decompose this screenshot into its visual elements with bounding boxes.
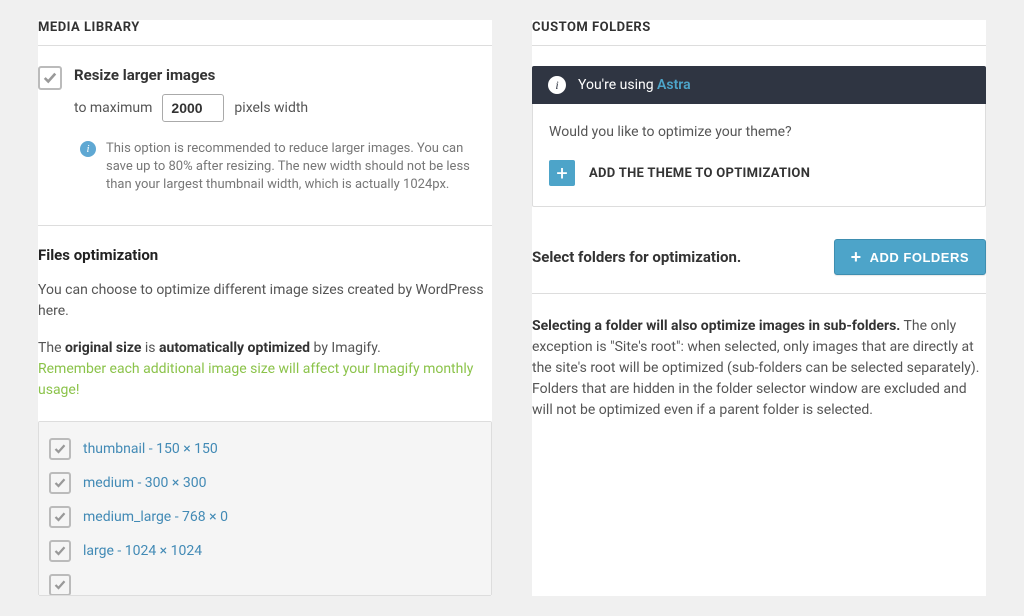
add-theme-label: ADD THE THEME TO OPTIMIZATION	[589, 166, 810, 181]
info-icon: i	[80, 141, 96, 157]
theme-banner-text: You're using Astra	[578, 77, 691, 93]
add-theme-button[interactable]: + ADD THE THEME TO OPTIMIZATION	[549, 160, 969, 186]
list-item: thumbnail - 150 × 150	[47, 432, 483, 466]
original-size-note: The original size is automatically optim…	[38, 338, 492, 401]
usage-warning: Remember each additional image size will…	[38, 361, 473, 398]
resize-checkbox[interactable]	[38, 66, 62, 90]
resize-prefix: to maximum	[74, 100, 152, 116]
custom-folders-title: CUSTOM FOLDERS	[532, 20, 986, 46]
info-icon: i	[548, 76, 566, 94]
plus-icon: +	[851, 248, 862, 266]
theme-banner: i You're using Astra	[532, 66, 986, 104]
check-icon	[54, 579, 66, 591]
theme-box: Would you like to optimize your theme? +…	[532, 104, 986, 207]
resize-block: Resize larger images to maximum pixels w…	[74, 66, 308, 122]
resize-info-text: This option is recommended to reduce lar…	[106, 140, 492, 195]
add-folders-label: ADD FOLDERS	[870, 250, 969, 265]
add-folders-button[interactable]: + ADD FOLDERS	[834, 239, 986, 275]
list-item: medium - 300 × 300	[47, 466, 483, 500]
size-checkbox-medium-large[interactable]	[49, 506, 71, 528]
custom-folders-panel: CUSTOM FOLDERS i You're using Astra Woul…	[532, 20, 986, 596]
list-item	[47, 568, 483, 596]
resize-width-input[interactable]	[162, 94, 224, 122]
size-checkbox-more[interactable]	[49, 574, 71, 596]
size-label: medium - 300 × 300	[83, 475, 206, 491]
list-item: large - 1024 × 1024	[47, 534, 483, 568]
size-checkbox-medium[interactable]	[49, 472, 71, 494]
image-sizes-list[interactable]: thumbnail - 150 × 150 medium - 300 × 300…	[38, 421, 492, 596]
select-folders-title: Select folders for optimization.	[532, 248, 741, 266]
size-label: thumbnail - 150 × 150	[83, 441, 218, 457]
check-icon	[54, 443, 66, 455]
resize-label: Resize larger images	[74, 66, 308, 84]
folders-description: Selecting a folder will also optimize im…	[532, 316, 986, 421]
media-library-panel: MEDIA LIBRARY Resize larger images to ma…	[38, 20, 492, 596]
size-checkbox-large[interactable]	[49, 540, 71, 562]
check-icon	[54, 545, 66, 557]
size-checkbox-thumbnail[interactable]	[49, 438, 71, 460]
check-icon	[43, 71, 57, 85]
check-icon	[54, 477, 66, 489]
theme-question: Would you like to optimize your theme?	[549, 124, 969, 140]
media-library-title: MEDIA LIBRARY	[38, 20, 492, 46]
check-icon	[54, 511, 66, 523]
divider	[38, 225, 492, 226]
resize-suffix: pixels width	[234, 100, 308, 116]
plus-icon: +	[549, 160, 575, 186]
theme-link[interactable]: Astra	[657, 77, 691, 93]
list-item: medium_large - 768 × 0	[47, 500, 483, 534]
size-label: medium_large - 768 × 0	[83, 509, 228, 525]
files-optimization-title: Files optimization	[38, 246, 492, 264]
files-optimization-desc: You can choose to optimize different ima…	[38, 280, 492, 322]
